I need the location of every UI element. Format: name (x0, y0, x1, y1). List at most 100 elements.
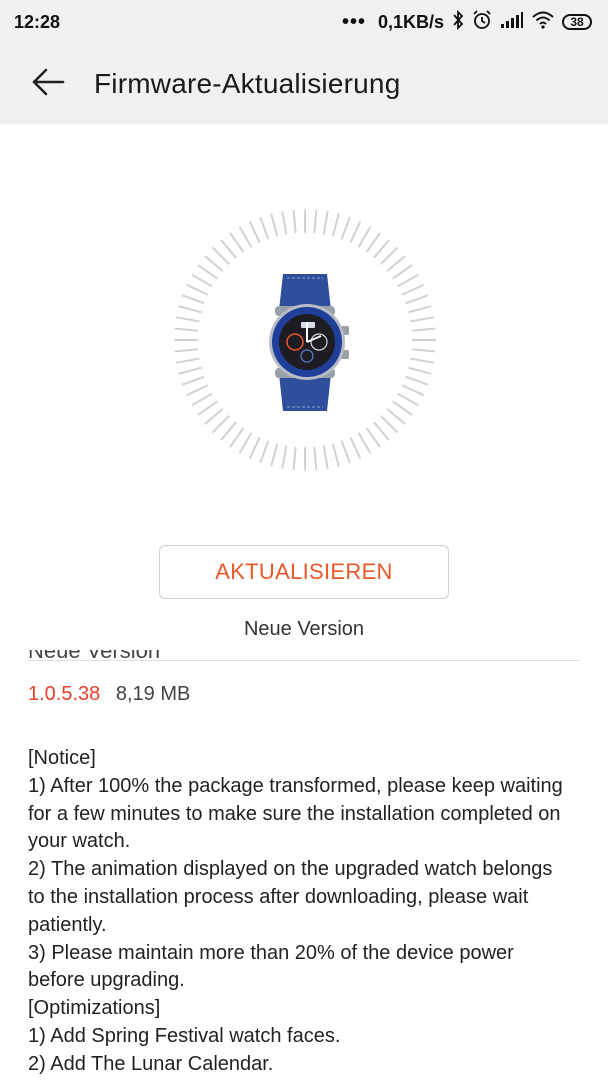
dial-tick (239, 226, 252, 248)
dial-tick (411, 348, 436, 353)
dial-tick (313, 446, 318, 471)
dial-tick (181, 294, 205, 305)
notification-dots: ••• (341, 10, 366, 33)
dial-tick (197, 264, 218, 280)
dial-tick (174, 327, 199, 332)
dial-tick (408, 366, 432, 375)
dial-tick (204, 255, 224, 272)
dial-tick (174, 348, 199, 353)
version-number: 1.0.5.38 (28, 683, 101, 705)
dial-tick (181, 375, 205, 386)
dial-tick (270, 213, 279, 237)
dial-tick (401, 384, 424, 396)
dial-tick (340, 216, 351, 240)
dial-tick (410, 316, 435, 323)
dial-tick (186, 384, 209, 396)
dial-tick (281, 445, 288, 470)
dial-tick (392, 400, 413, 416)
dial-tick (175, 316, 200, 323)
dial-tick (331, 443, 340, 467)
dial-tick (191, 274, 213, 287)
dial-tick (411, 327, 436, 332)
notes-line: 1) Add Spring Festival watch faces. (28, 1024, 341, 1047)
dial-tick (313, 209, 318, 234)
notes-line: 2) Add The Lunar Calendar. (28, 1052, 274, 1075)
dial-tick (281, 210, 288, 235)
divider (28, 660, 580, 661)
dial-tick (220, 239, 237, 259)
dial-tick (408, 305, 432, 314)
dial-tick (365, 232, 381, 253)
back-button[interactable] (18, 54, 78, 114)
battery-level: 38 (570, 15, 584, 29)
dial-tick (322, 210, 329, 235)
notes-line: [Notice] (28, 747, 96, 769)
dial-tick (204, 408, 224, 425)
dial-tick (270, 443, 279, 467)
page-title: Firmware-Aktualisierung (94, 68, 401, 99)
dial-tick (373, 239, 390, 259)
bluetooth-icon (452, 9, 464, 35)
back-arrow-icon (31, 67, 65, 102)
dial-tick (397, 393, 419, 406)
dial-tick (212, 415, 230, 433)
dial-tick (405, 294, 429, 305)
dial-tick (380, 247, 398, 265)
dial-tick (358, 226, 371, 248)
status-time: 12:28 (14, 11, 61, 32)
release-notes: [Notice] 1) After 100% the package trans… (28, 745, 573, 1079)
dial-tick (410, 357, 435, 364)
dial-tick (386, 255, 406, 272)
update-button[interactable]: AKTUALISIEREN (159, 545, 449, 599)
dial-tick (331, 213, 340, 237)
battery-icon: 38 (562, 14, 592, 30)
dial-tick (349, 436, 361, 459)
dial-tick (249, 221, 261, 244)
dial-tick (373, 421, 390, 441)
dial-tick (220, 421, 237, 441)
dial-tick (397, 274, 419, 287)
release-details[interactable]: Neue Version 1.0.5.38 8,19 MB [Notice] 1… (0, 650, 608, 1080)
dial-tick (340, 440, 351, 464)
app-bar: Firmware-Aktualisierung (0, 44, 608, 124)
notes-line: [Optimizations] (28, 997, 161, 1020)
new-version-caption: Neue Version (243, 618, 365, 640)
dial-tick (197, 400, 218, 416)
dial-tick (358, 432, 371, 454)
dial-tick (175, 357, 200, 364)
package-size: 8,19 MB (115, 683, 191, 705)
dial-tick (229, 427, 245, 448)
version-row: 1.0.5.38 8,19 MB (28, 683, 190, 706)
status-bar: 12:28 ••• 0,1KB/s 38 (0, 0, 608, 44)
signal-icon (500, 11, 524, 34)
dial-tick (365, 427, 381, 448)
dial-tick (380, 415, 398, 433)
watch-image (269, 274, 349, 411)
dial-tick (178, 366, 202, 375)
dial-tick (349, 221, 361, 244)
details-heading: Neue Version (28, 650, 161, 663)
dial-tick (212, 247, 230, 265)
dial-tick (249, 436, 261, 459)
dial-tick (392, 264, 413, 280)
dial-tick (178, 305, 202, 314)
dial-tick (401, 284, 424, 296)
alarm-icon (472, 9, 492, 35)
network-speed: 0,1KB/s (377, 11, 444, 32)
notes-line: 3) Please maintain more than 20% of the … (28, 941, 514, 992)
dial-tick (259, 440, 270, 464)
dial-tick (292, 446, 297, 471)
dial-tick (292, 209, 297, 234)
dial-tick (259, 216, 270, 240)
dial-tick (386, 408, 406, 425)
dial-tick (191, 393, 213, 406)
dial-tick (405, 375, 429, 386)
dial-tick (229, 232, 245, 253)
wifi-icon (532, 11, 554, 34)
dial-tick (239, 432, 252, 454)
dial-tick (186, 284, 209, 296)
dial-tick (322, 445, 329, 470)
notes-line: 1) After 100% the package transformed, p… (28, 774, 563, 853)
status-icons: ••• 0,1KB/s 38 (341, 9, 592, 35)
notes-line: 2) The animation displayed on the upgrad… (28, 858, 553, 936)
